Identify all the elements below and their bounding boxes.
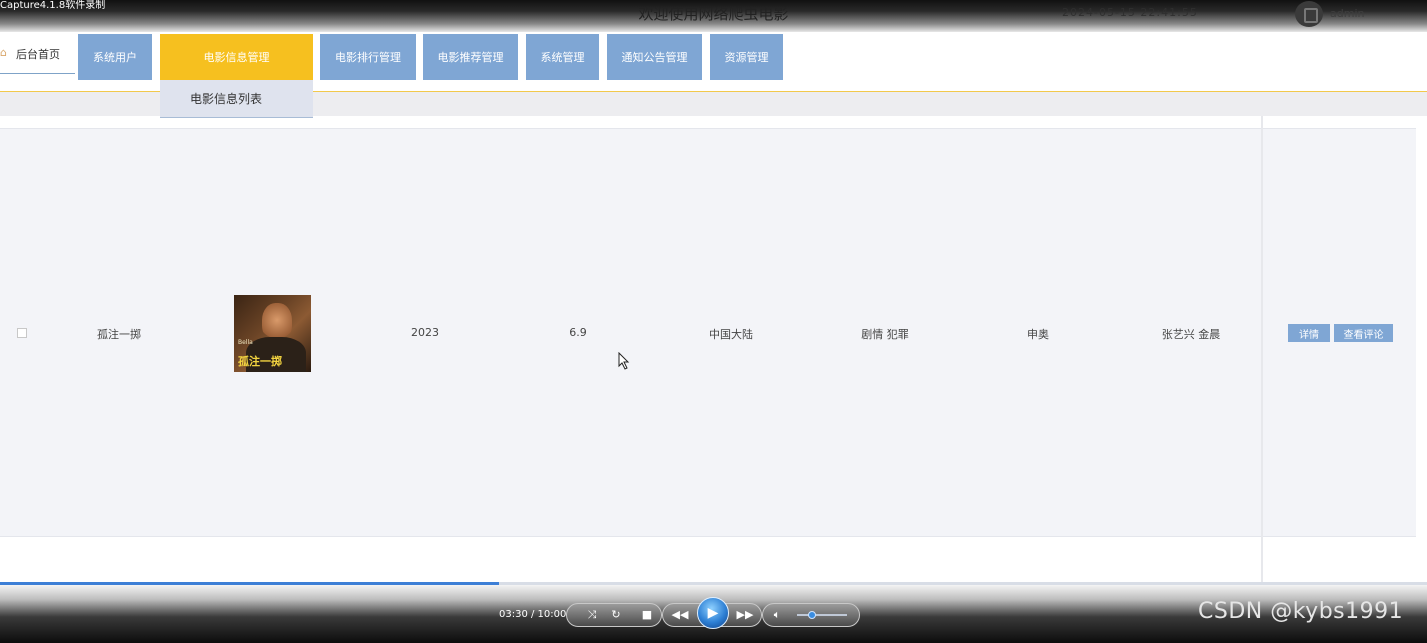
poster-small-text: Bella — [238, 339, 253, 346]
home-link[interactable]: ⌂ 后台首页 — [0, 43, 75, 74]
avatar-icon[interactable] — [1295, 1, 1323, 27]
volume-slider[interactable] — [797, 614, 847, 616]
nav-resources[interactable]: 资源管理 — [710, 34, 783, 80]
view-comments-button[interactable]: 查看评论 — [1334, 324, 1393, 342]
site-title: 欢迎使用网络爬虫电影 — [638, 5, 789, 23]
nav-system-manage[interactable]: 系统管理 — [526, 34, 599, 80]
dropdown-item-movie-list[interactable]: 电影信息列表 — [160, 80, 313, 118]
volume-slider-thumb[interactable] — [808, 611, 816, 619]
cell-cast: 张艺兴 金晨 — [1161, 328, 1221, 341]
rewind-icon[interactable]: ◀◀ — [670, 607, 690, 623]
home-label: 后台首页 — [16, 48, 60, 61]
stop-icon[interactable]: ■ — [640, 607, 654, 623]
fast-forward-icon[interactable]: ▶▶ — [735, 607, 755, 623]
cell-genre: 剧情 犯罪 — [861, 328, 909, 341]
nav-movie-recommend[interactable]: 电影推荐管理 — [423, 34, 518, 80]
play-icon[interactable]: ▶ — [697, 597, 729, 629]
cell-director: 申奥 — [1027, 328, 1049, 341]
cell-rating: 6.9 — [569, 326, 587, 339]
playback-time: 03:30 / 10:00 — [499, 609, 567, 620]
home-icon: ⌂ — [0, 46, 7, 59]
cell-title: 孤注一掷 — [97, 328, 141, 341]
nav-movie-ranking[interactable]: 电影排行管理 — [320, 34, 416, 80]
cell-region: 中国大陆 — [709, 328, 753, 341]
nav-movie-info[interactable]: 电影信息管理 — [160, 34, 313, 80]
title-bar: Capture4.1.8软件录制 欢迎使用网络爬虫电影 2024-05-15 2… — [0, 0, 1427, 32]
nav-system-users[interactable]: 系统用户 — [78, 34, 152, 80]
username-label[interactable]: admin — [1330, 7, 1364, 20]
cell-year: 2023 — [411, 326, 439, 339]
poster-title-text: 孤注一掷 — [238, 355, 282, 368]
row-checkbox[interactable] — [17, 328, 27, 338]
detail-button[interactable]: 详情 — [1288, 324, 1330, 342]
media-player-bar: 03:30 / 10:00 ⤨ ↻ ■ ◀◀ ▶ ▶▶ 🔈︎ CSDN @kyb… — [0, 585, 1427, 643]
movie-poster[interactable]: Bella 孤注一掷 — [234, 295, 311, 372]
datetime-display: 2024-05-15 22:41:55 — [1062, 6, 1198, 19]
nav-announcements[interactable]: 通知公告管理 — [607, 34, 702, 80]
repeat-icon[interactable]: ↻ — [609, 607, 623, 623]
volume-icon[interactable]: 🔈︎ — [770, 607, 784, 623]
csdn-watermark: CSDN @kybs1991 — [1198, 599, 1404, 624]
poster-face — [262, 303, 292, 341]
mouse-cursor-icon — [618, 352, 630, 370]
shuffle-icon[interactable]: ⤨ — [585, 607, 599, 623]
column-divider — [1261, 116, 1263, 586]
